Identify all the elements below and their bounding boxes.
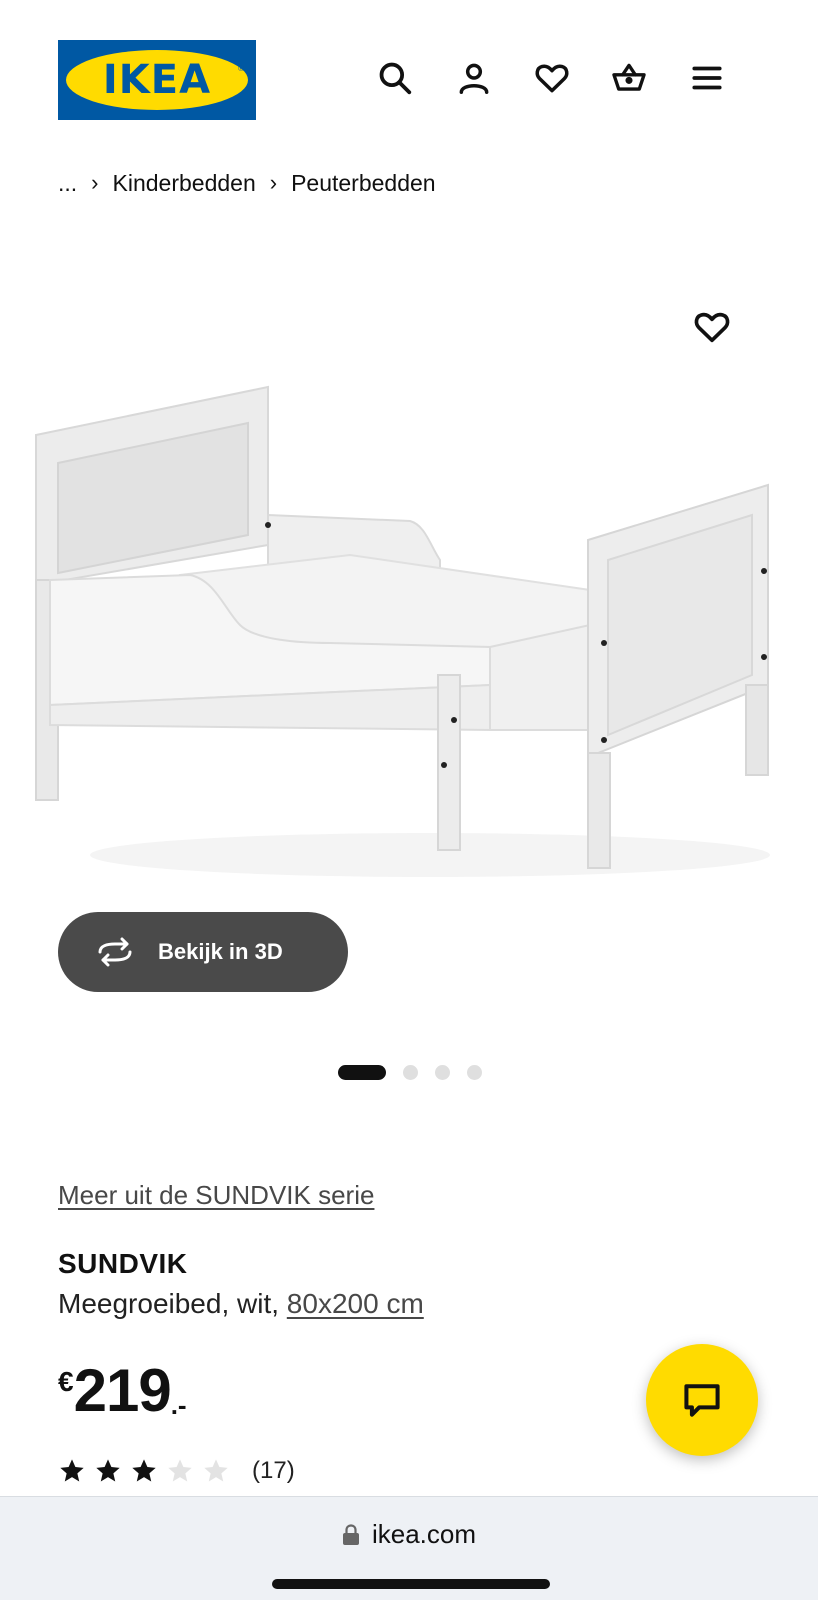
product-name: SUNDVIK xyxy=(58,1248,188,1279)
rotate-3d-icon xyxy=(98,937,132,967)
breadcrumb-ellipsis[interactable]: ... xyxy=(58,170,77,197)
view-in-3d-button[interactable]: Bekijk in 3D xyxy=(58,912,348,992)
logo-text: IKEA xyxy=(102,57,212,103)
price-decimal: .- xyxy=(170,1390,187,1420)
size-link[interactable]: 80x200 cm xyxy=(287,1288,424,1319)
basket-icon xyxy=(612,63,646,91)
site-header: IKEA ® xyxy=(0,0,818,150)
heart-icon xyxy=(535,64,569,93)
breadcrumb: ... › Kinderbedden › Peuterbedden xyxy=(58,168,436,198)
chat-button[interactable] xyxy=(646,1344,758,1456)
url-field[interactable]: ikea.com xyxy=(0,1519,818,1550)
menu-icon xyxy=(692,66,722,90)
series-link[interactable]: Meer uit de SUNDVIK serie xyxy=(58,1180,374,1211)
breadcrumb-item-peuterbedden[interactable]: Peuterbedden xyxy=(291,170,436,197)
product-image-bed xyxy=(35,385,770,877)
star-filled-icon xyxy=(132,1459,156,1482)
carousel-dot[interactable] xyxy=(467,1064,482,1080)
view-in-3d-label: Bekijk in 3D xyxy=(158,939,283,964)
product-price: € 219 .- xyxy=(58,1360,187,1430)
add-to-favourites-button[interactable] xyxy=(690,305,734,349)
carousel-dot[interactable] xyxy=(403,1064,418,1080)
heart-icon xyxy=(694,312,730,343)
star-empty-icon xyxy=(204,1459,228,1482)
favourites-button[interactable] xyxy=(530,56,574,100)
product-rating[interactable]: (17) xyxy=(58,1456,295,1486)
product-description: Meegroeibed, wit, 80x200 cm xyxy=(58,1288,424,1320)
lock-icon xyxy=(342,1523,359,1545)
star-filled-icon xyxy=(96,1459,120,1482)
chat-icon xyxy=(684,1384,720,1417)
price-integer: 219 xyxy=(73,1357,172,1424)
product-description-text: Meegroeibed, wit, xyxy=(58,1288,287,1319)
star-empty-icon xyxy=(168,1459,192,1482)
carousel-dot-active[interactable] xyxy=(338,1064,386,1080)
chevron-right-icon: › xyxy=(269,170,278,195)
basket-button[interactable] xyxy=(607,56,651,100)
star-filled-icon xyxy=(60,1459,84,1482)
user-icon xyxy=(459,63,489,94)
home-indicator[interactable] xyxy=(272,1579,550,1589)
price-currency: € xyxy=(58,1366,74,1397)
search-icon xyxy=(379,62,412,95)
carousel-dot[interactable] xyxy=(435,1064,450,1080)
account-button[interactable] xyxy=(452,56,496,100)
breadcrumb-item-kinderbedden[interactable]: Kinderbedden xyxy=(113,170,256,197)
logo-registered-mark: ® xyxy=(238,64,244,73)
url-text: ikea.com xyxy=(371,1519,477,1549)
search-button[interactable] xyxy=(373,56,417,100)
chevron-right-icon: › xyxy=(91,170,99,195)
browser-address-bar: ikea.com xyxy=(0,1496,818,1600)
carousel-indicator[interactable] xyxy=(338,1064,482,1080)
review-count: (17) xyxy=(252,1457,295,1484)
menu-button[interactable] xyxy=(685,56,729,100)
ikea-logo[interactable]: IKEA ® xyxy=(58,40,256,120)
